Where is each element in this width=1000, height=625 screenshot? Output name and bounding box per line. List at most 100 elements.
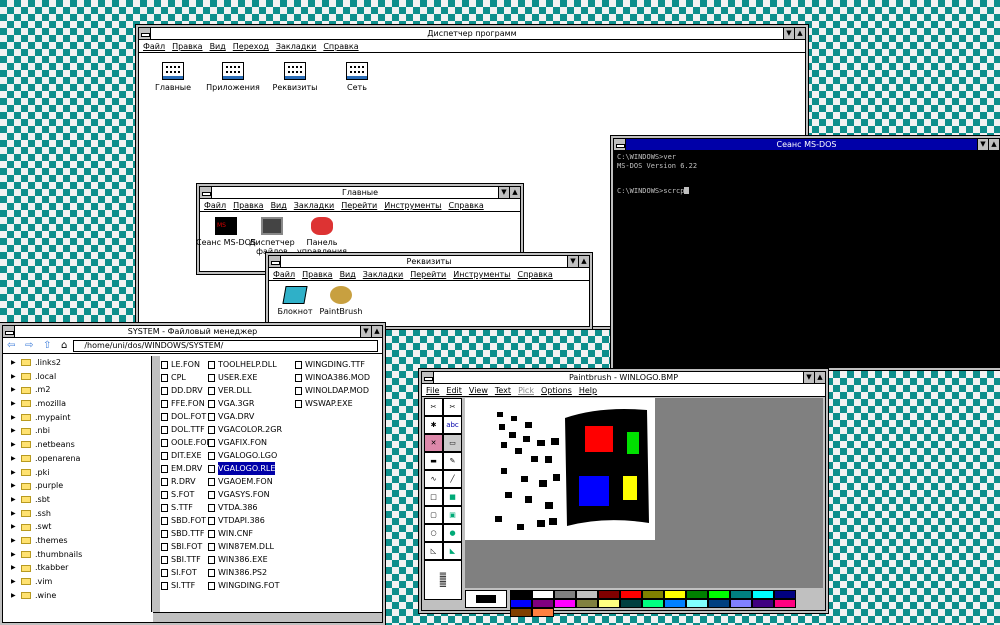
menu-bookmarks[interactable]: Закладки	[363, 268, 403, 280]
file-item[interactable]: WIN.CNF	[208, 527, 282, 540]
path-field[interactable]: /home/uni/dos/WINDOWS/SYSTEM/	[73, 339, 378, 352]
tree-folder-item[interactable]: ▶ .sbt	[3, 493, 152, 507]
file-item[interactable]: DOL.FOT	[161, 410, 213, 423]
menu-edit[interactable]: Правка	[302, 268, 332, 280]
menu-pick[interactable]: Pick	[518, 384, 534, 396]
menu-view[interactable]: Вид	[340, 268, 356, 280]
file-item[interactable]: WINGDING.FOT	[208, 579, 282, 592]
system-menu-button[interactable]	[139, 28, 151, 39]
msdos-console[interactable]: C:\WINDOWS>ver MS-DOS Version 6.22 C:\WI…	[614, 151, 999, 367]
tree-folder-item[interactable]: ▶ .purple	[3, 479, 152, 493]
control-panel-icon-item[interactable]: Панель управления	[290, 217, 354, 256]
curve-tool-icon[interactable]: ∿	[424, 470, 443, 488]
file-item[interactable]: WINGDING.TTF	[295, 358, 370, 371]
eraser-tool-icon[interactable]: ▭	[443, 434, 462, 452]
expand-arrow-icon[interactable]: ▶	[11, 452, 21, 466]
expand-arrow-icon[interactable]: ▶	[11, 520, 21, 534]
tree-folder-item[interactable]: ▶ .wine	[3, 589, 152, 603]
system-menu-button[interactable]	[200, 187, 212, 198]
circle-tool-icon[interactable]: ○	[424, 524, 443, 542]
file-item[interactable]: VGAFIX.FON	[208, 436, 282, 449]
drawing-canvas[interactable]	[465, 398, 655, 540]
palette-color-swatch[interactable]	[510, 599, 532, 608]
file-item[interactable]: WIN87EM.DLL	[208, 540, 282, 553]
paint-roller-tool-icon[interactable]: ▬	[424, 452, 443, 470]
group-icon-main[interactable]: Главные	[141, 62, 205, 92]
palette-color-swatch[interactable]	[686, 599, 708, 608]
file-item[interactable]: VTDA.386	[208, 501, 282, 514]
palette-color-swatch[interactable]	[532, 599, 554, 608]
expand-arrow-icon[interactable]: ▶	[11, 493, 21, 507]
scissors-tool-icon[interactable]: ✂	[424, 398, 443, 416]
palette-color-swatch[interactable]	[532, 590, 554, 599]
menu-file[interactable]: Файл	[273, 268, 295, 280]
maximize-button[interactable]: ▲	[578, 256, 589, 267]
file-item[interactable]: VGA.3GR	[208, 397, 282, 410]
system-menu-button[interactable]	[269, 256, 281, 267]
tree-folder-item[interactable]: ▶ .ssh	[3, 507, 152, 521]
file-item[interactable]: SBD.TTF	[161, 527, 213, 540]
filled-polygon-tool-icon[interactable]: ◣	[443, 542, 462, 560]
file-item[interactable]: LE.FON	[161, 358, 213, 371]
file-item[interactable]: DOL.TTF	[161, 423, 213, 436]
maximize-button[interactable]: ▲	[794, 28, 805, 39]
tree-scrollbar[interactable]	[151, 356, 160, 612]
tree-folder-item[interactable]: ▶ .tkabber	[3, 561, 152, 575]
palette-color-swatch[interactable]	[664, 590, 686, 599]
accessories-window[interactable]: Реквизиты ▼ ▲ Файл Правка Вид Закладки П…	[268, 255, 590, 327]
menu-help[interactable]: Справка	[448, 199, 483, 211]
up-arrow-icon[interactable]: ⇧	[43, 340, 55, 351]
menu-edit[interactable]: Edit	[446, 384, 462, 396]
tree-folder-item[interactable]: ▶ .links2	[3, 356, 152, 370]
menu-bookmarks[interactable]: Закладки	[276, 40, 316, 52]
line-tool-icon[interactable]: ╱	[443, 470, 462, 488]
minimize-button[interactable]: ▼	[498, 187, 509, 198]
minimize-button[interactable]: ▼	[803, 372, 814, 383]
menu-view[interactable]: Вид	[271, 199, 287, 211]
menu-view[interactable]: Вид	[210, 40, 226, 52]
file-item[interactable]: SBI.TTF	[161, 553, 213, 566]
file-item[interactable]: CPL	[161, 371, 213, 384]
group-icon-network[interactable]: Сеть	[325, 62, 389, 92]
menu-text[interactable]: Text	[495, 384, 511, 396]
brush-tool-icon[interactable]: ✎	[443, 452, 462, 470]
pick-scissors-tool-icon[interactable]: ✂	[443, 398, 462, 416]
accessories-titlebar[interactable]: Реквизиты ▼ ▲	[269, 256, 589, 268]
tree-folder-item[interactable]: ▶ .pki	[3, 466, 152, 480]
program-manager-titlebar[interactable]: Диспетчер программ ▼ ▲	[139, 28, 805, 40]
file-item[interactable]: WINOLDAP.MOD	[295, 384, 370, 397]
polygon-tool-icon[interactable]: ◺	[424, 542, 443, 560]
palette-color-swatch[interactable]	[576, 590, 598, 599]
expand-arrow-icon[interactable]: ▶	[11, 411, 21, 425]
palette-color-swatch[interactable]	[664, 599, 686, 608]
palette-color-swatch[interactable]	[576, 599, 598, 608]
expand-arrow-icon[interactable]: ▶	[11, 397, 21, 411]
filled-rounded-box-tool-icon[interactable]: ▣	[443, 506, 462, 524]
tree-folder-item[interactable]: ▶ .swt	[3, 520, 152, 534]
main-group-titlebar[interactable]: Главные ▼ ▲	[200, 187, 520, 199]
menu-file[interactable]: Файл	[204, 199, 226, 211]
file-item[interactable]: DD.DRV	[161, 384, 213, 397]
menu-go[interactable]: Перейти	[410, 268, 446, 280]
back-arrow-icon[interactable]: ⇦	[7, 340, 19, 351]
paintbrush-window[interactable]: Paintbrush - WINLOGO.BMP ▼ ▲ File Edit V…	[421, 371, 826, 617]
tree-folder-item[interactable]: ▶ .m2	[3, 383, 152, 397]
palette-color-swatch[interactable]	[708, 599, 730, 608]
maximize-button[interactable]: ▲	[814, 372, 825, 383]
directory-tree[interactable]: ▶ .links2 ▶ .local ▶ .m2 ▶ .mozilla ▶ .mypaint ▶ .n…	[3, 356, 153, 612]
system-menu-button[interactable]	[3, 326, 15, 337]
text-tool-icon[interactable]: abc	[443, 416, 462, 434]
menu-file[interactable]: Файл	[143, 40, 165, 52]
expand-arrow-icon[interactable]: ▶	[11, 575, 21, 589]
palette-color-swatch[interactable]	[730, 590, 752, 599]
palette-color-swatch[interactable]	[642, 599, 664, 608]
file-item[interactable]: VGAOEM.FON	[208, 475, 282, 488]
menu-view[interactable]: View	[469, 384, 488, 396]
file-manager-window[interactable]: SYSTEM - Файловый менеджер ▼ ▲ ⇦ ⇨ ⇧ ⌂ /…	[2, 325, 383, 623]
palette-color-swatch[interactable]	[510, 590, 532, 599]
expand-arrow-icon[interactable]: ▶	[11, 466, 21, 480]
rounded-box-tool-icon[interactable]: ▢	[424, 506, 443, 524]
palette-color-swatch[interactable]	[686, 590, 708, 599]
home-icon[interactable]: ⌂	[61, 340, 67, 351]
paintbrush-icon-item[interactable]: PaintBrush	[311, 286, 371, 316]
